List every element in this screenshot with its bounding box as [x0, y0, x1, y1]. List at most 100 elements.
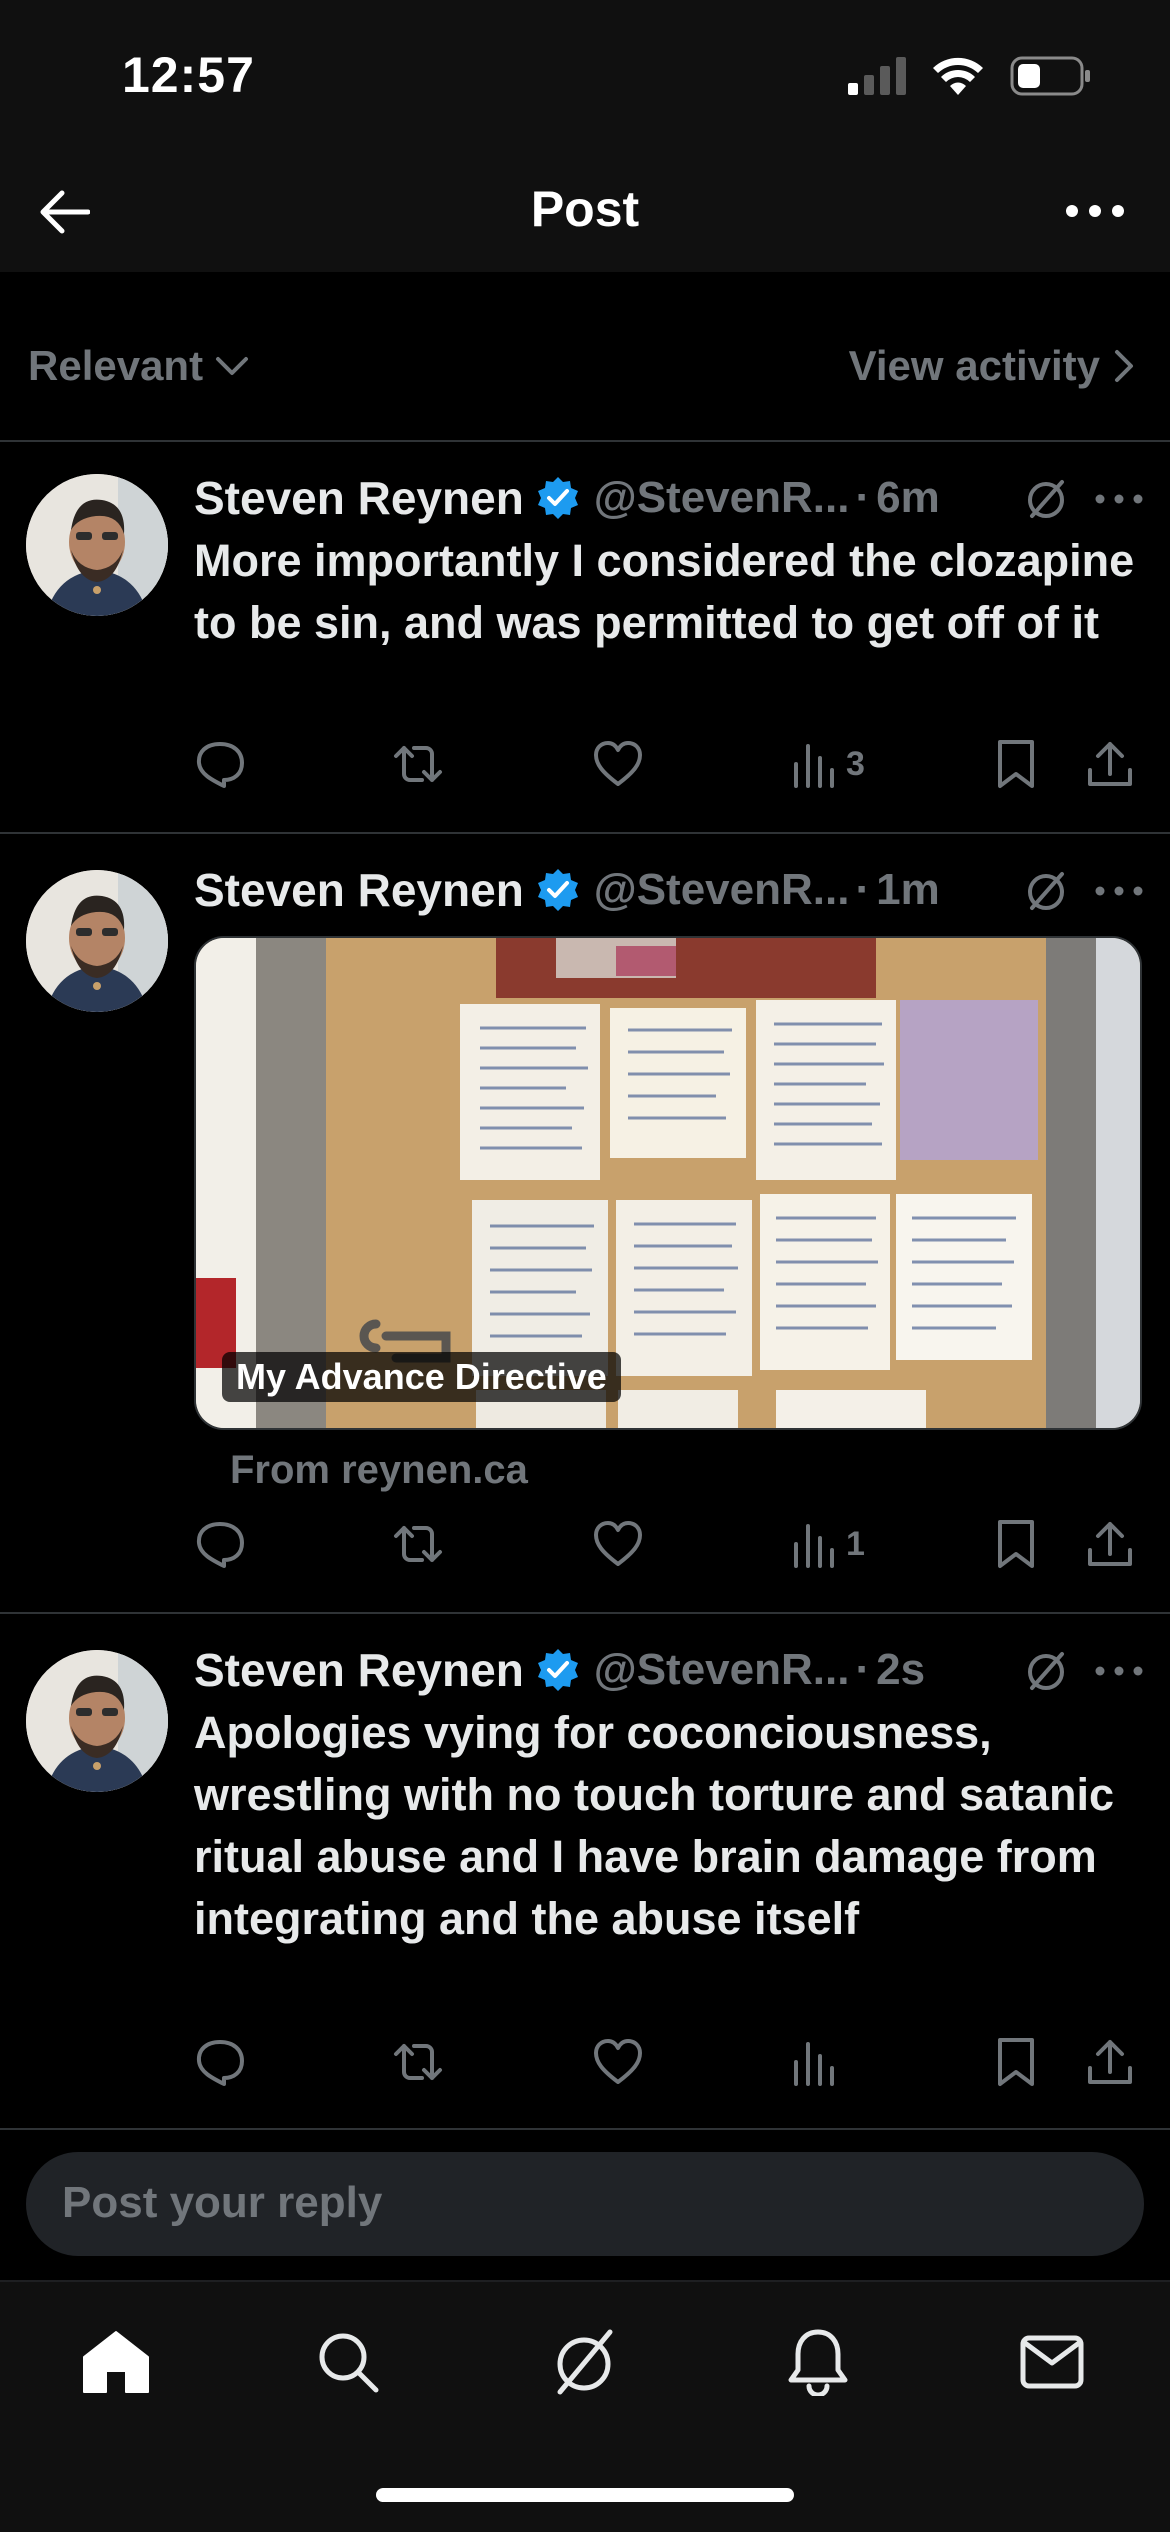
- repost-icon: [394, 1526, 442, 1562]
- verified-badge-icon: [536, 1648, 580, 1692]
- avatar[interactable]: [26, 474, 168, 616]
- chevron-down-icon: [216, 357, 249, 375]
- link-card-title: My Advance Directive: [222, 1352, 621, 1402]
- reply-button[interactable]: [194, 2032, 246, 2092]
- verified-badge-icon: [536, 868, 580, 912]
- bookmark-icon: [998, 1520, 1034, 1568]
- reply-icon: [196, 742, 244, 788]
- view-activity-label: View activity: [848, 342, 1100, 389]
- views-button[interactable]: 3: [792, 734, 865, 794]
- grok-icon[interactable]: [1022, 868, 1070, 916]
- separator-dot: ·: [855, 865, 871, 914]
- author-handle: @StevenR...: [593, 1645, 850, 1694]
- post-3[interactable]: Steven Reynen @StevenR... · 2s Apologies…: [0, 1614, 1170, 2128]
- views-count: 3: [846, 744, 865, 783]
- views-button[interactable]: 1: [792, 1514, 865, 1574]
- repost-icon: [394, 746, 442, 782]
- post-header: Steven Reynen @StevenR... · 6m: [194, 468, 1150, 528]
- more-icon: [1066, 205, 1124, 217]
- post-text: Apologies vying for coconciousness, wres…: [194, 1707, 1115, 1944]
- post-text: More importantly I considered the clozap…: [194, 535, 1135, 648]
- grok-icon: [557, 2329, 613, 2395]
- like-button[interactable]: [592, 1514, 644, 1574]
- nav-home[interactable]: [76, 2322, 156, 2402]
- sort-label: Relevant: [28, 342, 204, 389]
- reply-icon: [196, 2040, 244, 2086]
- more-button[interactable]: [1060, 186, 1130, 236]
- view-activity-link[interactable]: View activity: [849, 342, 1134, 390]
- share-icon: [1088, 2040, 1132, 2084]
- verified-badge-icon: [536, 476, 580, 520]
- reply-input[interactable]: Post your reply: [26, 2152, 1144, 2256]
- post-time: 2s: [876, 1645, 926, 1694]
- nav-search[interactable]: [308, 2322, 388, 2402]
- bookmark-button[interactable]: [994, 2032, 1038, 2092]
- share-icon: [1088, 1522, 1132, 1566]
- views-icon: [794, 2042, 834, 2086]
- home-indicator: [376, 2488, 794, 2502]
- battery-icon: [1010, 56, 1090, 96]
- post-1[interactable]: Steven Reynen @StevenR... · 6m More impo…: [0, 442, 1170, 832]
- author-handle: @StevenR...: [593, 865, 850, 914]
- post-time: 1m: [876, 865, 940, 914]
- share-button[interactable]: [1086, 1514, 1134, 1574]
- post-header: Steven Reynen @StevenR... · 2s: [194, 1640, 1150, 1700]
- nav-grok[interactable]: [544, 2322, 624, 2402]
- messages-icon: [1020, 2335, 1084, 2389]
- author-name[interactable]: Steven Reynen: [194, 471, 524, 525]
- repost-button[interactable]: [390, 2032, 446, 2092]
- sort-dropdown[interactable]: Relevant: [28, 342, 249, 390]
- header: Post: [0, 150, 1170, 272]
- post-actions: 3: [194, 734, 1144, 794]
- post-2[interactable]: Steven Reynen @StevenR... · 1m My Advanc…: [0, 834, 1170, 1612]
- share-button[interactable]: [1086, 2032, 1134, 2092]
- views-icon: [794, 1524, 834, 1568]
- filter-row: Relevant View activity: [0, 320, 1170, 420]
- post-more-icon[interactable]: [1094, 1656, 1144, 1686]
- bookmark-icon: [998, 2038, 1034, 2086]
- avatar[interactable]: [26, 870, 168, 1012]
- share-icon: [1088, 742, 1132, 786]
- reply-button[interactable]: [194, 1514, 246, 1574]
- repost-button[interactable]: [390, 734, 446, 794]
- views-icon: [794, 744, 834, 788]
- grok-icon[interactable]: [1022, 1648, 1070, 1696]
- separator-dot: ·: [855, 473, 871, 522]
- link-source[interactable]: From reynen.ca: [230, 1448, 528, 1493]
- signal-icon: [848, 57, 906, 95]
- chevron-right-icon: [1115, 350, 1133, 382]
- like-icon: [594, 741, 642, 786]
- reply-button[interactable]: [194, 734, 246, 794]
- like-button[interactable]: [592, 734, 644, 794]
- avatar[interactable]: [26, 1650, 168, 1792]
- like-icon: [594, 2039, 642, 2084]
- nav-notifications[interactable]: [778, 2322, 858, 2402]
- views-button[interactable]: [792, 2032, 846, 2092]
- link-card-image[interactable]: My Advance Directive: [194, 936, 1142, 1430]
- wifi-icon: [933, 57, 983, 95]
- search-icon: [319, 2333, 379, 2393]
- repost-icon: [394, 2044, 442, 2080]
- repost-button[interactable]: [390, 1514, 446, 1574]
- reply-placeholder: Post your reply: [62, 2178, 383, 2227]
- bookmark-icon: [998, 740, 1034, 788]
- separator-dot: ·: [855, 1645, 871, 1694]
- post-actions: [194, 2032, 1144, 2092]
- bookmark-button[interactable]: [994, 734, 1038, 794]
- post-time: 6m: [876, 473, 940, 522]
- page-title: Post: [530, 181, 640, 237]
- notifications-icon: [788, 2329, 848, 2396]
- author-name[interactable]: Steven Reynen: [194, 1643, 524, 1697]
- views-count: 1: [846, 1524, 865, 1563]
- post-more-icon[interactable]: [1094, 484, 1144, 514]
- like-button[interactable]: [592, 2032, 644, 2092]
- author-name[interactable]: Steven Reynen: [194, 863, 524, 917]
- bookmark-button[interactable]: [994, 1514, 1038, 1574]
- post-actions: 1: [194, 1514, 1144, 1574]
- status-bar: 12:57: [0, 0, 1170, 150]
- nav-messages[interactable]: [1012, 2322, 1092, 2402]
- post-more-icon[interactable]: [1094, 876, 1144, 906]
- share-button[interactable]: [1086, 734, 1134, 794]
- grok-icon[interactable]: [1022, 476, 1070, 524]
- post-header: Steven Reynen @StevenR... · 1m: [194, 860, 1150, 920]
